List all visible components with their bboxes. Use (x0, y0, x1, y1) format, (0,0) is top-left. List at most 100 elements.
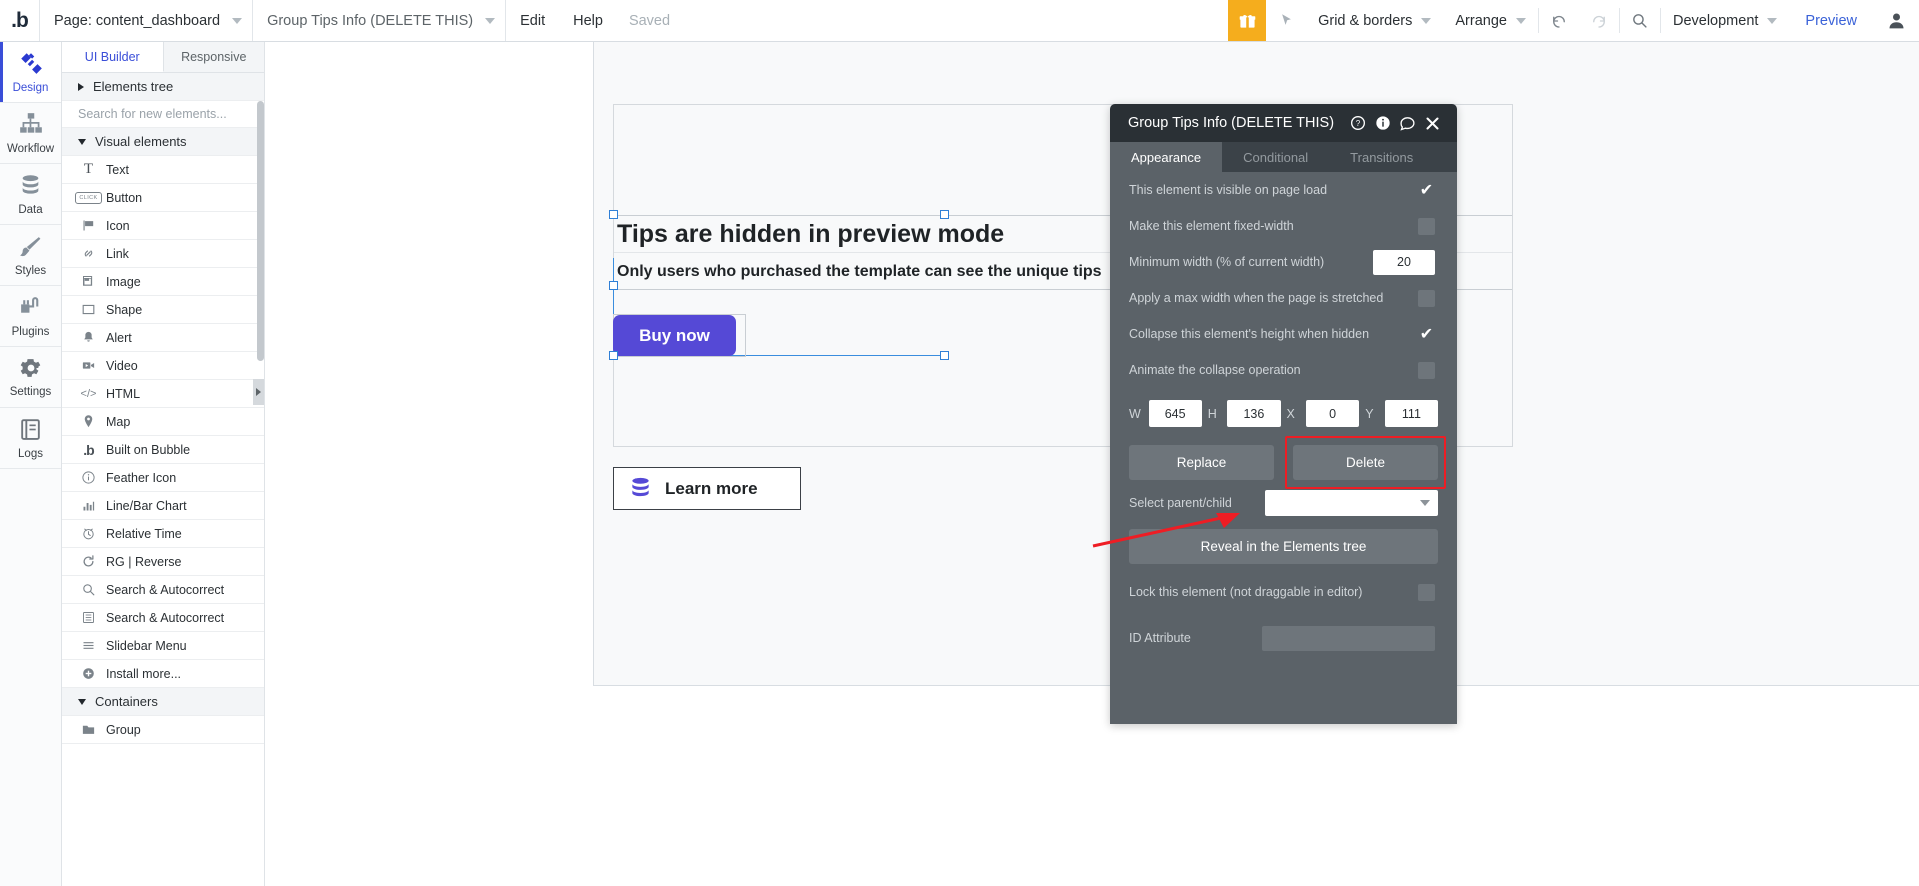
element-item-icon[interactable]: Icon (62, 212, 264, 240)
collapse-height-label: Collapse this element's height when hidd… (1129, 327, 1410, 341)
element-item-text[interactable]: TText (62, 156, 264, 184)
geometry-input-y[interactable]: 111 (1385, 400, 1438, 427)
collapse-panel-handle[interactable] (253, 379, 264, 405)
rail-item-data[interactable]: Data (0, 164, 61, 225)
design-icon (18, 50, 44, 79)
refresh-icon (80, 554, 97, 569)
collapse-height-checkbox[interactable]: ✔ (1418, 326, 1435, 343)
geometry-input-x[interactable]: 0 (1306, 400, 1359, 427)
animate-collapse-checkbox[interactable] (1418, 362, 1435, 379)
delete-button[interactable]: Delete (1293, 445, 1438, 480)
resize-handle-bottom-right[interactable] (940, 351, 949, 360)
fixed-width-row[interactable]: Make this element fixed-width (1110, 208, 1457, 244)
element-item-group[interactable]: Group (62, 716, 264, 744)
lock-element-checkbox[interactable] (1418, 584, 1435, 601)
rail-item-plugins[interactable]: Plugins (0, 286, 61, 347)
pe-tab-conditional[interactable]: Conditional (1222, 142, 1329, 172)
comment-icon[interactable] (1395, 115, 1420, 132)
geometry-input-w[interactable]: 645 (1149, 400, 1202, 427)
animate-collapse-row[interactable]: Animate the collapse operation (1110, 352, 1457, 388)
id-attribute-row: ID Attribute (1110, 618, 1457, 658)
section-header-visual-elements[interactable]: Visual elements (62, 128, 264, 156)
element-item-search-autocorrect[interactable]: Search & Autocorrect (62, 604, 264, 632)
learn-more-button[interactable]: Learn more (613, 467, 801, 510)
elements-scrollbar[interactable] (257, 101, 264, 361)
geometry-label-w: W (1129, 407, 1143, 421)
preview-button[interactable]: Preview (1789, 0, 1873, 41)
id-attribute-label: ID Attribute (1129, 631, 1254, 645)
buy-now-button[interactable]: Buy now (613, 315, 736, 356)
replace-button[interactable]: Replace (1129, 445, 1274, 480)
rail-item-design[interactable]: Design (0, 42, 61, 103)
help-circle-icon[interactable]: ? (1345, 115, 1370, 131)
lock-element-row[interactable]: Lock this element (not draggable in edit… (1110, 574, 1457, 610)
element-item-alert[interactable]: Alert (62, 324, 264, 352)
search-icon[interactable] (1620, 0, 1660, 41)
shape-icon (80, 302, 97, 317)
element-item-line-bar-chart[interactable]: Line/Bar Chart (62, 492, 264, 520)
collapse-height-row[interactable]: Collapse this element's height when hidd… (1110, 316, 1457, 352)
close-icon[interactable] (1420, 116, 1445, 131)
redo-icon[interactable] (1579, 0, 1619, 41)
reveal-in-tree-button[interactable]: Reveal in the Elements tree (1129, 529, 1438, 564)
select-parent-child-dropdown[interactable] (1265, 490, 1438, 516)
visible-on-load-checkbox[interactable]: ✔ (1418, 182, 1435, 199)
element-item-relative-time[interactable]: Relative Time (62, 520, 264, 548)
element-item-image[interactable]: Image (62, 268, 264, 296)
minimum-width-row[interactable]: Minimum width (% of current width) 20 (1110, 244, 1457, 280)
pe-tab-transitions[interactable]: Transitions (1329, 142, 1434, 172)
element-item-install-more[interactable]: Install more... (62, 660, 264, 688)
minimum-width-input[interactable]: 20 (1373, 250, 1435, 275)
element-item-button[interactable]: CLICKButton (62, 184, 264, 212)
rail-item-logs[interactable]: Logs (0, 408, 61, 469)
resize-handle-mid-left[interactable] (609, 281, 618, 290)
list-icon (80, 610, 97, 625)
rail-item-workflow[interactable]: Workflow (0, 103, 61, 164)
info-circle-icon[interactable] (1370, 115, 1395, 131)
element-item-video[interactable]: Video (62, 352, 264, 380)
element-item-rg-reverse[interactable]: RG | Reverse (62, 548, 264, 576)
element-item-html[interactable]: </>HTML (62, 380, 264, 408)
bubble-logo: .b (0, 0, 40, 41)
cursor-icon[interactable] (1266, 0, 1306, 41)
info-circle-icon (80, 470, 97, 485)
rail-item-label: Settings (10, 386, 52, 398)
element-item-slidebar-menu[interactable]: Slidebar Menu (62, 632, 264, 660)
user-avatar-icon[interactable] (1873, 0, 1919, 41)
undo-icon[interactable] (1539, 0, 1579, 41)
elements-tree-toggle[interactable]: Elements tree (62, 73, 264, 101)
resize-handle-bottom-left[interactable] (609, 351, 618, 360)
rail-item-settings[interactable]: Settings (0, 347, 61, 408)
element-selector[interactable]: Group Tips Info (DELETE THIS) (253, 0, 506, 41)
gift-icon[interactable] (1228, 0, 1266, 41)
pe-tab-appearance[interactable]: Appearance (1110, 142, 1222, 172)
max-width-row[interactable]: Apply a max width when the page is stret… (1110, 280, 1457, 316)
section-header-containers[interactable]: Containers (62, 688, 264, 716)
max-width-checkbox[interactable] (1418, 290, 1435, 307)
page-selector[interactable]: Page: content_dashboard (40, 0, 253, 41)
edit-menu[interactable]: Edit (506, 0, 559, 41)
resize-handle-top-right[interactable] (940, 210, 949, 219)
id-attribute-input[interactable] (1262, 626, 1435, 651)
help-menu[interactable]: Help (559, 0, 617, 41)
search-input[interactable]: Search for new elements... (62, 101, 264, 128)
geometry-label-x: X (1287, 407, 1301, 421)
tab-ui-builder[interactable]: UI Builder (62, 42, 164, 72)
version-selector[interactable]: Development (1661, 0, 1789, 41)
tab-responsive[interactable]: Responsive (164, 42, 265, 72)
element-item-feather-icon[interactable]: Feather Icon (62, 464, 264, 492)
element-item-link[interactable]: Link (62, 240, 264, 268)
arrange-menu[interactable]: Arrange (1443, 0, 1538, 41)
element-item-label: Button (106, 191, 142, 205)
rail-item-styles[interactable]: Styles (0, 225, 61, 286)
visible-on-load-row[interactable]: This element is visible on page load ✔ (1110, 172, 1457, 208)
resize-handle-top-left[interactable] (609, 210, 618, 219)
geometry-input-h[interactable]: 136 (1227, 400, 1280, 427)
element-item-search-autocorrect[interactable]: Search & Autocorrect (62, 576, 264, 604)
element-item-shape[interactable]: Shape (62, 296, 264, 324)
rail-item-label: Workflow (7, 143, 54, 155)
element-item-map[interactable]: Map (62, 408, 264, 436)
grid-borders-menu[interactable]: Grid & borders (1306, 0, 1443, 41)
fixed-width-checkbox[interactable] (1418, 218, 1435, 235)
element-item-built-on-bubble[interactable]: .bBuilt on Bubble (62, 436, 264, 464)
